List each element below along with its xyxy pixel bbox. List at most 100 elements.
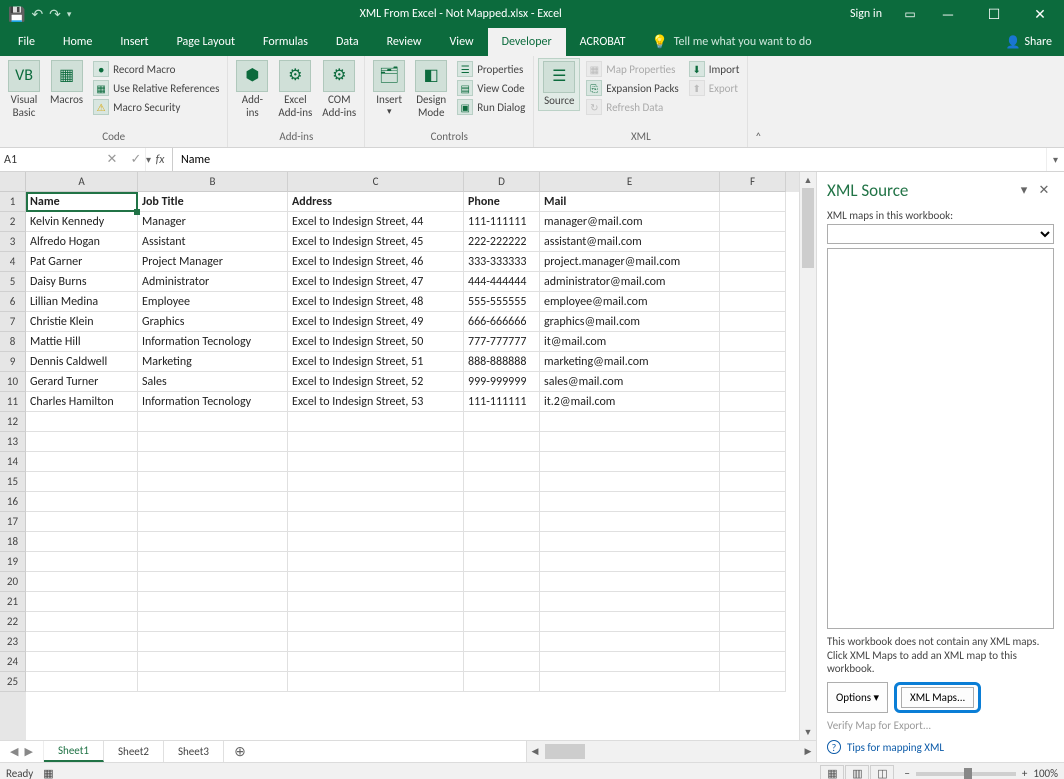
select-all-corner[interactable] (0, 172, 26, 192)
close-button[interactable]: ✕ (1018, 0, 1062, 28)
cell[interactable]: 666-666666 (464, 312, 540, 332)
scroll-left-icon[interactable]: ◀ (527, 741, 543, 762)
page-break-view-button[interactable]: ◫ (870, 765, 894, 779)
cell[interactable] (720, 272, 786, 292)
cell[interactable] (720, 672, 786, 692)
minimize-button[interactable]: — (926, 0, 970, 28)
view-code-button[interactable]: ▤View Code (453, 79, 529, 97)
row-header[interactable]: 23 (0, 632, 26, 652)
cell[interactable]: Marketing (138, 352, 288, 372)
formula-input[interactable] (173, 148, 1046, 171)
column-header[interactable]: F (720, 172, 786, 192)
cell[interactable] (288, 672, 464, 692)
cell[interactable] (26, 612, 138, 632)
row-header[interactable]: 16 (0, 492, 26, 512)
xml-maps-button[interactable]: XML Maps... (901, 687, 974, 708)
expansion-packs-button[interactable]: ⎘Expansion Packs (582, 79, 682, 97)
cell[interactable] (720, 452, 786, 472)
cell[interactable] (26, 472, 138, 492)
fill-handle[interactable] (134, 209, 140, 215)
cell[interactable]: Employee (138, 292, 288, 312)
cell[interactable]: 111-111111 (464, 212, 540, 232)
cell[interactable] (540, 572, 720, 592)
cell[interactable] (540, 492, 720, 512)
cell[interactable] (720, 212, 786, 232)
cell[interactable] (26, 412, 138, 432)
cell[interactable]: Excel to Indesign Street, 48 (288, 292, 464, 312)
name-box[interactable]: ▾ (0, 148, 100, 171)
cell[interactable]: Excel to Indesign Street, 46 (288, 252, 464, 272)
cell[interactable] (464, 632, 540, 652)
cell[interactable] (288, 592, 464, 612)
cell[interactable]: Gerard Turner (26, 372, 138, 392)
row-header[interactable]: 3 (0, 232, 26, 252)
cell[interactable] (540, 632, 720, 652)
cell[interactable]: Christie Klein (26, 312, 138, 332)
scroll-up-icon[interactable]: ▲ (800, 172, 816, 188)
cell[interactable] (288, 552, 464, 572)
cell[interactable]: Excel to Indesign Street, 50 (288, 332, 464, 352)
row-header[interactable]: 4 (0, 252, 26, 272)
sheet-tab-sheet2[interactable]: Sheet2 (104, 741, 164, 762)
tab-file[interactable]: File (4, 28, 49, 56)
excel-addins-button[interactable]: ⚙Excel Add-ins (274, 58, 316, 121)
zoom-slider-thumb[interactable] (964, 768, 972, 779)
cell[interactable]: administrator@mail.com (540, 272, 720, 292)
cell[interactable] (26, 532, 138, 552)
zoom-slider[interactable] (916, 772, 1016, 776)
cell[interactable] (26, 652, 138, 672)
maximize-button[interactable]: ☐ (972, 0, 1016, 28)
import-button[interactable]: ⬇Import (685, 60, 744, 78)
com-addins-button[interactable]: ⚙COM Add-ins (318, 58, 360, 121)
cell[interactable] (288, 432, 464, 452)
tips-link[interactable]: ? Tips for mapping XML (827, 740, 1054, 754)
row-header[interactable]: 22 (0, 612, 26, 632)
cell[interactable]: Dennis Caldwell (26, 352, 138, 372)
cell[interactable] (26, 492, 138, 512)
cell[interactable] (720, 352, 786, 372)
cell[interactable]: Excel to Indesign Street, 45 (288, 232, 464, 252)
cell[interactable] (138, 432, 288, 452)
cell[interactable] (288, 632, 464, 652)
normal-view-button[interactable]: ▦ (820, 765, 844, 779)
cell[interactable]: Excel to Indesign Street, 51 (288, 352, 464, 372)
row-header[interactable]: 21 (0, 592, 26, 612)
cell[interactable] (138, 572, 288, 592)
column-header[interactable]: A (26, 172, 138, 192)
cell[interactable] (540, 412, 720, 432)
cell[interactable]: 555-555555 (464, 292, 540, 312)
cell[interactable] (26, 632, 138, 652)
cell[interactable]: Excel to Indesign Street, 53 (288, 392, 464, 412)
cell[interactable] (720, 432, 786, 452)
cell[interactable] (720, 552, 786, 572)
tell-me-search[interactable]: 💡 Tell me what you want to do (652, 35, 812, 50)
page-layout-view-button[interactable]: ▥ (845, 765, 869, 779)
cell[interactable] (464, 512, 540, 532)
cell[interactable] (720, 192, 786, 212)
cell[interactable] (288, 452, 464, 472)
row-header[interactable]: 20 (0, 572, 26, 592)
cell[interactable] (540, 512, 720, 532)
cell[interactable] (464, 432, 540, 452)
cell[interactable]: Excel to Indesign Street, 47 (288, 272, 464, 292)
row-header[interactable]: 1 (0, 192, 26, 212)
row-header[interactable]: 11 (0, 392, 26, 412)
tab-view[interactable]: View (436, 28, 488, 56)
cell[interactable] (138, 452, 288, 472)
cell[interactable] (464, 412, 540, 432)
cell[interactable]: 333-333333 (464, 252, 540, 272)
cell[interactable] (720, 332, 786, 352)
row-header[interactable]: 2 (0, 212, 26, 232)
cell[interactable] (288, 572, 464, 592)
redo-icon[interactable]: ↷ (49, 6, 61, 23)
cell[interactable] (720, 232, 786, 252)
tab-insert[interactable]: Insert (106, 28, 162, 56)
cell[interactable] (138, 412, 288, 432)
row-header[interactable]: 10 (0, 372, 26, 392)
cell[interactable]: Information Tecnology (138, 392, 288, 412)
cell[interactable] (26, 452, 138, 472)
cell[interactable]: Daisy Burns (26, 272, 138, 292)
cell[interactable]: project.manager@mail.com (540, 252, 720, 272)
cell[interactable]: graphics@mail.com (540, 312, 720, 332)
vscroll-thumb[interactable] (802, 188, 814, 268)
